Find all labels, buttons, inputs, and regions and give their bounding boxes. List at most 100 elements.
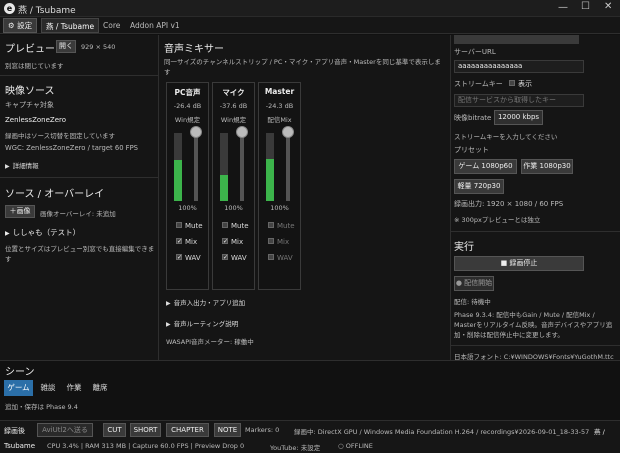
show-key-checkbox[interactable]: 表示 — [509, 79, 532, 89]
preset-work-button[interactable]: 作業 1080p30 — [521, 159, 573, 174]
capture-label: キャプチャ対象 — [5, 101, 54, 109]
key-hint: ストリームキーを入力してください — [454, 133, 558, 141]
strip-name: Master — [264, 87, 295, 96]
bitrate-label: 映像bitrate — [454, 114, 492, 122]
add-image-button[interactable]: ＋画像 — [5, 205, 35, 218]
strip-db: -26.4 dB — [173, 102, 202, 110]
window-title: 燕 / Tsubame — [18, 6, 76, 16]
settings-button[interactable]: ⚙ 設定 — [3, 18, 38, 33]
wav-checkbox[interactable]: ✓ WAV — [176, 254, 201, 262]
gain-percent: 100% — [224, 204, 243, 212]
mix-checkbox[interactable]: ✓ Mix — [176, 238, 197, 246]
recording-label: 録画後 — [4, 427, 25, 435]
gain-slider[interactable] — [286, 133, 290, 201]
chapter-button[interactable]: CHAPTER — [166, 423, 209, 437]
divider — [451, 345, 620, 346]
strip-mode: Win規定 — [174, 116, 201, 124]
title-bar: e 燕 / Tsubame — ☐ ✕ — [0, 0, 620, 17]
gear-icon: ⚙ — [8, 21, 18, 30]
app-name: 燕 / — [594, 428, 605, 436]
source-item[interactable]: ▶ ししゃも（テスト） — [5, 227, 80, 238]
gain-slider[interactable] — [194, 133, 198, 201]
mix-checkbox[interactable]: Mix — [268, 238, 289, 246]
note-button[interactable]: NOTE — [214, 423, 241, 437]
mute-checkbox[interactable]: Mute — [176, 222, 203, 230]
phase-note: Phase 9.3.4: 配信中もGain / Mute / 配信Mix / M… — [454, 311, 613, 339]
preview-independent-note: ※ 300pxプレビューとは独立 — [454, 216, 541, 224]
preview-size: 929 × 540 — [81, 43, 116, 51]
channel-strip: Master -24.3 dB 配信Mix 100% Mute Mix WAV — [258, 82, 301, 290]
right-panel: サーバーURL aaaaaaaaaaaaaaa ストリームキー 表示 配信サービ… — [451, 35, 620, 361]
gain-knob[interactable] — [190, 126, 202, 138]
youtube-status: YouTube: 未設定 — [270, 444, 321, 452]
scene-title: シーン — [5, 367, 35, 378]
preview-status: 別窓は閉じています — [5, 62, 64, 70]
preset-light-button[interactable]: 軽量 720p30 — [454, 179, 504, 194]
scene-tab-game[interactable]: ゲーム — [4, 380, 33, 396]
strip-mode: 配信Mix — [267, 116, 292, 124]
gain-knob[interactable] — [236, 126, 248, 138]
channel-strip: マイク -37.6 dB Win規定 100% Mute ✓ Mix ✓ WAV — [212, 82, 255, 290]
source-lock-note: 録画中はソース切替を固定しています — [5, 132, 115, 140]
scroll-top-button[interactable] — [454, 35, 579, 44]
stop-recording-button[interactable]: ■ 録画停止 — [454, 256, 584, 271]
preset-game-button[interactable]: ゲーム 1080p60 — [454, 159, 517, 174]
gain-slider[interactable] — [240, 133, 244, 201]
details-toggle[interactable]: ▶ 詳細情報 — [5, 160, 39, 170]
close-icon[interactable]: ✕ — [604, 1, 612, 12]
server-url-input[interactable]: aaaaaaaaaaaaaaa — [454, 60, 584, 73]
chevron-right-icon: ▶ — [166, 300, 171, 307]
scene-tab-away[interactable]: 離席 — [90, 380, 110, 396]
tab-tsubame[interactable]: 燕 / Tsubame — [41, 18, 100, 33]
video-source-title: 映像ソース — [5, 86, 55, 97]
wav-checkbox[interactable]: ✓ WAV — [222, 254, 247, 262]
divider — [0, 360, 620, 361]
stream-key-input[interactable]: 配信サービスから取得したキー — [454, 94, 584, 107]
stream-status: 配信: 待機中 — [454, 298, 491, 306]
markers-count: Markers: 0 — [245, 426, 280, 434]
stream-key-label: ストリームキー — [454, 80, 503, 88]
start-stream-button[interactable]: ● 配信開始 — [454, 276, 494, 291]
strip-mode: Win規定 — [220, 116, 247, 124]
gain-percent: 100% — [270, 204, 289, 212]
preset-label: プリセット — [454, 146, 489, 154]
preview-open-button[interactable]: 開く — [56, 40, 76, 53]
scene-tab-chat[interactable]: 雑談 — [38, 380, 58, 396]
chevron-right-icon: ▶ — [166, 321, 171, 328]
divider — [451, 231, 620, 232]
recording-info: 録画中: DirectX GPU / Windows Media Foundat… — [294, 428, 590, 436]
perf-info: CPU 3.4% | RAM 313 MB | Capture 60.0 FPS… — [47, 442, 245, 450]
short-button[interactable]: SHORT — [130, 423, 161, 437]
server-url-label: サーバーURL — [454, 48, 496, 56]
mix-checkbox[interactable]: ✓ Mix — [222, 238, 243, 246]
preview-title: プレビュー — [5, 44, 55, 55]
level-meter — [174, 160, 182, 201]
minimize-icon[interactable]: — — [558, 2, 568, 13]
sources-note: 位置とサイズはプレビュー別窓でも直接編集できます — [5, 245, 155, 263]
strip-db: -37.6 dB — [219, 102, 248, 110]
level-meter — [220, 175, 228, 201]
bitrate-input[interactable]: 12000 kbps — [494, 110, 543, 125]
scene-tab-work[interactable]: 作業 — [64, 380, 84, 396]
level-meter — [266, 159, 274, 201]
capture-target[interactable]: ZenlessZoneZero — [5, 116, 66, 124]
chevron-right-icon: ▶ — [5, 163, 10, 170]
maximize-icon[interactable]: ☐ — [581, 1, 590, 12]
audio-io-toggle[interactable]: ▶ 音声入出力・アプリ追加 — [166, 297, 245, 307]
routing-toggle[interactable]: ▶ 音声ルーティング説明 — [166, 318, 238, 328]
send-aviutl-button[interactable]: AviUtl2へ送る — [37, 423, 93, 437]
strip-name: マイク — [222, 88, 245, 97]
app-logo-icon: e — [4, 3, 15, 14]
tab-addon-api[interactable]: Addon API v1 — [130, 18, 180, 33]
mute-checkbox[interactable]: Mute — [268, 222, 295, 230]
cut-button[interactable]: CUT — [103, 423, 126, 437]
strip-name: PC音声 — [174, 88, 201, 97]
wav-checkbox[interactable]: WAV — [268, 254, 293, 262]
gain-knob[interactable] — [282, 126, 294, 138]
divider — [0, 177, 158, 178]
overlay-status: 画像オーバーレイ: 未追加 — [40, 210, 116, 218]
record-output-info: 録画出力: 1920 × 1080 / 60 FPS — [454, 200, 564, 208]
tab-core[interactable]: Core — [103, 18, 120, 33]
mute-checkbox[interactable]: Mute — [222, 222, 249, 230]
scene-note: 追加・保存は Phase 9.4 — [5, 403, 78, 411]
